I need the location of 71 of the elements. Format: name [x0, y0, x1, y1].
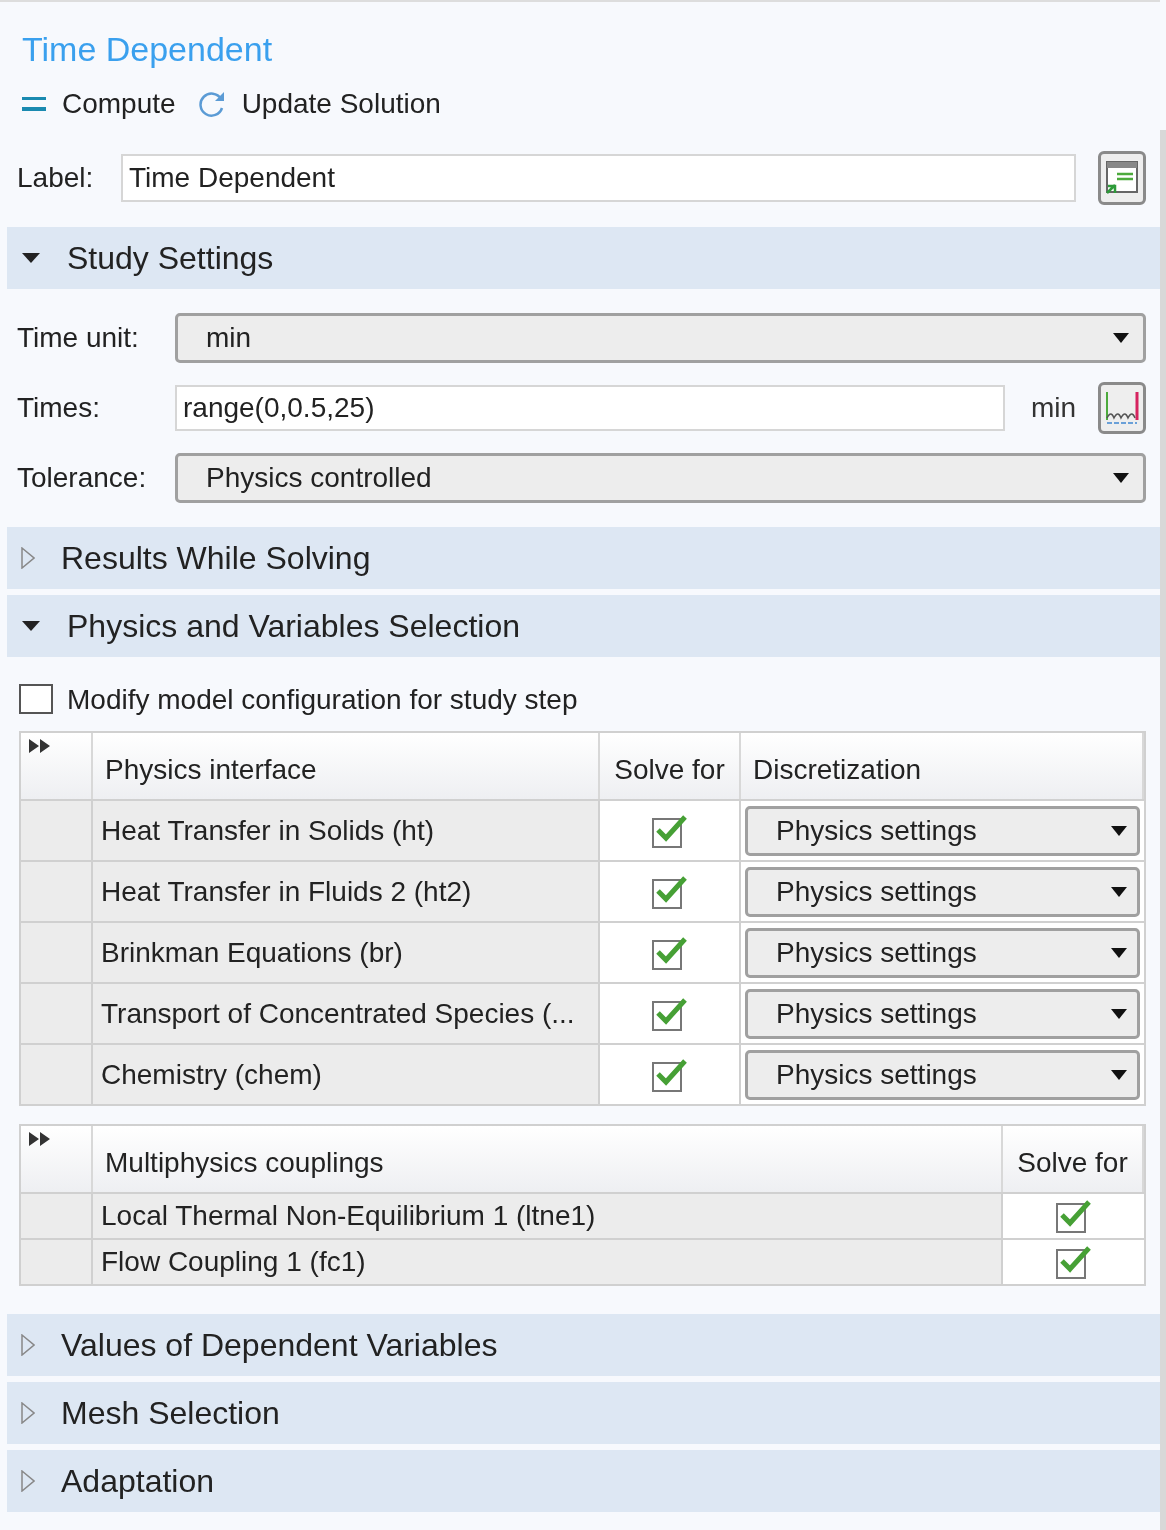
section-header[interactable]: Adaptation [7, 1450, 1160, 1512]
dropdown[interactable]: Physics settings [745, 927, 1140, 978]
expand-arrow-icon [21, 1402, 35, 1424]
field-label: Times: [17, 391, 101, 425]
checkbox[interactable] [1055, 1245, 1092, 1279]
checkbox-label: Modify model configuration for study step [67, 683, 578, 717]
dropdown[interactable]: Physics settings [745, 988, 1140, 1039]
section-header[interactable]: Study Settings [7, 227, 1160, 289]
field-label: Label: [17, 161, 95, 195]
column-header: Solve for [600, 733, 741, 799]
section-title: Study Settings [67, 239, 274, 278]
range-button[interactable] [1098, 382, 1146, 434]
checkbox[interactable] [651, 935, 688, 970]
caret-icon [1111, 886, 1127, 897]
column-header: Multiphysics couplings [93, 1126, 1003, 1192]
checkbox[interactable] [1055, 1199, 1092, 1233]
table-cell: Heat Transfer in Solids (ht) [93, 799, 600, 860]
section-title: Physics and Variables Selection [67, 607, 520, 646]
dropdown[interactable]: Physics controlled [175, 453, 1146, 503]
section-header[interactable]: Results While Solving [7, 527, 1160, 589]
section-header[interactable]: Values of Dependent Variables [7, 1314, 1160, 1376]
caret-icon [1111, 1008, 1127, 1019]
checkbox[interactable] [651, 996, 688, 1031]
table-cell: Brinkman Equations (br) [93, 921, 600, 982]
equals-icon [22, 97, 46, 111]
comment-button[interactable] [1098, 151, 1146, 205]
table-cell: Transport of Concentrated Species (... [93, 982, 600, 1043]
column-header: Physics interface [93, 733, 600, 799]
input-field[interactable]: Time Dependent [121, 154, 1076, 202]
dropdown[interactable]: Physics settings [745, 805, 1140, 856]
caret-icon [1111, 1069, 1127, 1080]
checkbox[interactable] [651, 1057, 688, 1092]
dropdown[interactable]: Physics settings [745, 1049, 1140, 1100]
caret-icon [1111, 825, 1127, 836]
caret-icon [1113, 333, 1129, 343]
table-cell: Flow Coupling 1 (fc1) [93, 1238, 1003, 1284]
expand-columns-icon[interactable] [29, 1132, 51, 1146]
section-title: Adaptation [61, 1462, 214, 1501]
range-icon [1105, 390, 1139, 426]
unit-label: min [1030, 391, 1076, 425]
expand-arrow-icon [21, 1334, 35, 1356]
page-title: Time Dependent [22, 29, 274, 70]
table-cell: Chemistry (chem) [93, 1043, 600, 1104]
section-title: Values of Dependent Variables [61, 1326, 498, 1365]
field-label: Tolerance: [17, 461, 148, 495]
expand-arrow-icon [21, 1470, 35, 1492]
field-label: Time unit: [17, 321, 140, 355]
expand-arrow-icon [21, 547, 35, 569]
section-title: Mesh Selection [61, 1394, 280, 1433]
collapse-arrow-icon [21, 252, 41, 264]
section-title: Results While Solving [61, 539, 371, 578]
column-header: Solve for [1003, 1126, 1144, 1192]
checkbox[interactable] [19, 684, 55, 716]
caret-icon [1111, 947, 1127, 958]
input-field[interactable]: range(0,0.5,25) [175, 385, 1005, 431]
checkbox[interactable] [651, 874, 688, 909]
caret-icon [1113, 473, 1129, 483]
comment-icon [1104, 160, 1140, 196]
compute-button[interactable]: Compute [22, 83, 176, 125]
section-header[interactable]: Physics and Variables Selection [7, 595, 1160, 657]
dropdown[interactable]: min [175, 313, 1146, 363]
dropdown[interactable]: Physics settings [745, 866, 1140, 917]
checkbox[interactable] [651, 813, 688, 848]
expand-columns-icon[interactable] [29, 739, 51, 753]
table-cell: Heat Transfer in Fluids 2 (ht2) [93, 860, 600, 921]
table-cell: Local Thermal Non-Equilibrium 1 (ltne1) [93, 1192, 1003, 1238]
column-header: Discretization [741, 733, 1144, 799]
section-header[interactable]: Mesh Selection [7, 1382, 1160, 1444]
update-solution-button[interactable]: Update Solution [197, 83, 441, 125]
refresh-icon [197, 90, 226, 118]
collapse-arrow-icon [21, 620, 41, 632]
